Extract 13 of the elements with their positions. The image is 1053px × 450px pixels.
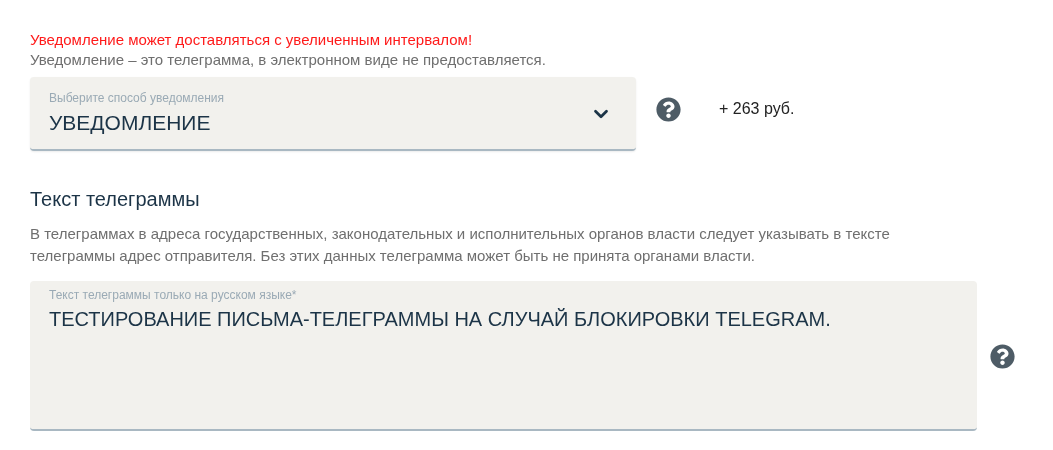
help-icon[interactable] — [990, 343, 1015, 369]
help-icon[interactable] — [656, 96, 681, 122]
notification-select[interactable]: Выберите способ уведомления УВЕДОМЛЕНИЕ — [30, 77, 636, 151]
telegram-textarea[interactable]: ТЕСТИРОВАНИЕ ПИСЬМА-ТЕЛЕГРАММЫ НА СЛУЧАЙ БЛОКИРОВКИ TELEGRAM. — [49, 308, 957, 398]
telegram-text-field[interactable]: Текст телеграммы только на русском языке* ТЕСТИРОВАНИЕ ПИСЬМА-ТЕЛЕГРАММЫ НА СЛУЧАЙ БЛОКИРОВКИ TELEGRAM. — [30, 281, 977, 431]
field-label: Выберите способ уведомления — [49, 91, 226, 105]
field-label: Текст телеграммы только на русском языке* — [49, 288, 298, 302]
price-text: + 263 руб. — [719, 100, 795, 118]
warning-text: Уведомление может доставляться с увеличенным интервалом! — [30, 30, 474, 50]
section-heading: Текст телеграммы — [30, 187, 201, 211]
select-value: УВЕДОМЛЕНИЕ — [49, 111, 211, 135]
description-text: В телеграммах в адреса государственных, законодательных и исполнительных органов власти следует указывать в тексте телеграммы адрес отправителя. Без этих данных телеграмма может быть не принята органами власти. — [30, 224, 891, 266]
note-text: Уведомление – это телеграмма, в электронном виде не предоставляется. — [30, 50, 547, 70]
